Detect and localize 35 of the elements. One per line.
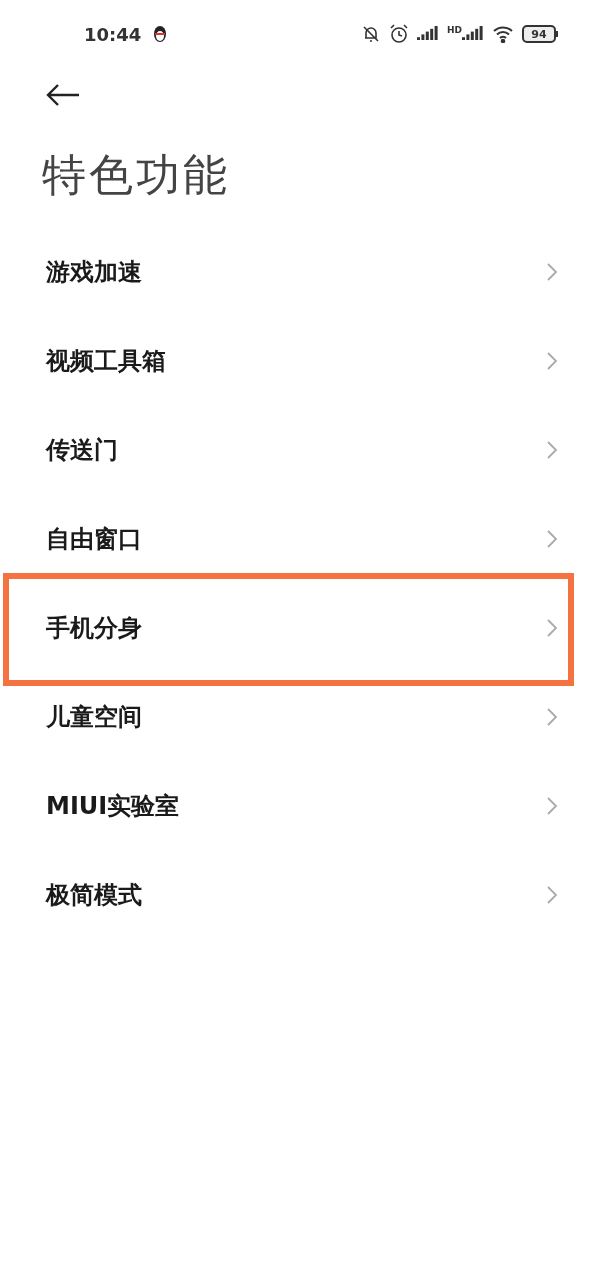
back-button[interactable]: [46, 82, 80, 108]
battery-level: 94: [531, 28, 547, 40]
settings-item[interactable]: 极简模式: [0, 850, 600, 939]
item-label: 游戏加速: [46, 256, 142, 288]
chevron-icon: [546, 350, 558, 371]
item-label: 儿童空间: [46, 701, 142, 733]
status-time: 10:44: [84, 22, 142, 47]
hd-label: HD: [447, 26, 462, 35]
chevron-icon: [546, 795, 558, 816]
penguin-icon: [153, 25, 168, 43]
chevron-icon: [546, 617, 558, 638]
item-label: MIUI实验室: [46, 790, 180, 822]
chevron-icon: [546, 261, 558, 282]
item-label: 传送门: [46, 434, 118, 466]
settings-item[interactable]: 视频工具箱: [0, 316, 600, 405]
signal-icon: [462, 26, 484, 42]
item-label: 自由窗口: [46, 523, 142, 555]
wifi-icon: [492, 25, 514, 43]
alarm-icon: [389, 24, 409, 44]
item-label: 手机分身: [46, 612, 142, 644]
settings-item[interactable]: 游戏加速: [0, 227, 600, 316]
settings-item[interactable]: 传送门: [0, 405, 600, 494]
settings-item[interactable]: 手机分身: [0, 583, 600, 672]
settings-item[interactable]: 自由窗口: [0, 494, 600, 583]
chevron-icon: [546, 528, 558, 549]
chevron-icon: [546, 884, 558, 905]
page-title: 特色功能: [42, 147, 230, 202]
item-label: 极简模式: [46, 879, 142, 911]
settings-item[interactable]: 儿童空间: [0, 672, 600, 761]
signal-icon: [417, 26, 439, 42]
chevron-icon: [546, 706, 558, 727]
item-label: 视频工具箱: [46, 345, 166, 377]
chevron-icon: [546, 439, 558, 460]
muted-bell-icon: [361, 25, 381, 43]
settings-item[interactable]: MIUI实验室: [0, 761, 600, 850]
